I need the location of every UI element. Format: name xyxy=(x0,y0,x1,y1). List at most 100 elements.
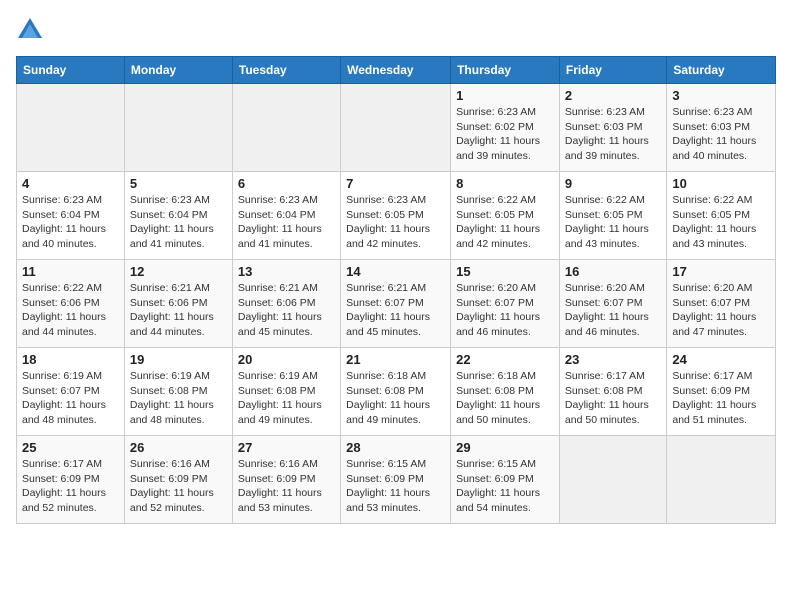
day-cell: 18 Sunrise: 6:19 AM Sunset: 6:07 PM Dayli… xyxy=(17,348,125,436)
day-number: 28 xyxy=(346,440,445,455)
day-cell: 6 Sunrise: 6:23 AM Sunset: 6:04 PM Daylig… xyxy=(232,172,340,260)
day-number: 12 xyxy=(130,264,227,279)
day-detail: Sunrise: 6:20 AM Sunset: 6:07 PM Dayligh… xyxy=(456,281,554,340)
day-cell: 9 Sunrise: 6:22 AM Sunset: 6:05 PM Daylig… xyxy=(559,172,666,260)
day-cell: 20 Sunrise: 6:19 AM Sunset: 6:08 PM Dayli… xyxy=(232,348,340,436)
day-cell: 4 Sunrise: 6:23 AM Sunset: 6:04 PM Daylig… xyxy=(17,172,125,260)
day-cell: 16 Sunrise: 6:20 AM Sunset: 6:07 PM Dayli… xyxy=(559,260,666,348)
day-number: 6 xyxy=(238,176,335,191)
day-cell: 25 Sunrise: 6:17 AM Sunset: 6:09 PM Dayli… xyxy=(17,436,125,524)
day-cell: 24 Sunrise: 6:17 AM Sunset: 6:09 PM Dayli… xyxy=(667,348,776,436)
day-detail: Sunrise: 6:21 AM Sunset: 6:07 PM Dayligh… xyxy=(346,281,445,340)
day-detail: Sunrise: 6:23 AM Sunset: 6:03 PM Dayligh… xyxy=(672,105,770,164)
day-number: 18 xyxy=(22,352,119,367)
day-cell xyxy=(341,84,451,172)
day-detail: Sunrise: 6:22 AM Sunset: 6:05 PM Dayligh… xyxy=(456,193,554,252)
day-number: 5 xyxy=(130,176,227,191)
col-header-thursday: Thursday xyxy=(451,57,560,84)
day-cell: 2 Sunrise: 6:23 AM Sunset: 6:03 PM Daylig… xyxy=(559,84,666,172)
col-header-saturday: Saturday xyxy=(667,57,776,84)
day-detail: Sunrise: 6:23 AM Sunset: 6:05 PM Dayligh… xyxy=(346,193,445,252)
day-cell: 29 Sunrise: 6:15 AM Sunset: 6:09 PM Dayli… xyxy=(451,436,560,524)
day-number: 27 xyxy=(238,440,335,455)
day-cell: 11 Sunrise: 6:22 AM Sunset: 6:06 PM Dayli… xyxy=(17,260,125,348)
day-detail: Sunrise: 6:21 AM Sunset: 6:06 PM Dayligh… xyxy=(130,281,227,340)
day-cell: 19 Sunrise: 6:19 AM Sunset: 6:08 PM Dayli… xyxy=(124,348,232,436)
page-header xyxy=(16,16,776,44)
week-row-5: 25 Sunrise: 6:17 AM Sunset: 6:09 PM Dayli… xyxy=(17,436,776,524)
week-row-1: 1Sunrise: 6:23 AM Sunset: 6:02 PM Daylig… xyxy=(17,84,776,172)
day-detail: Sunrise: 6:19 AM Sunset: 6:08 PM Dayligh… xyxy=(238,369,335,428)
day-detail: Sunrise: 6:17 AM Sunset: 6:09 PM Dayligh… xyxy=(22,457,119,516)
day-number: 20 xyxy=(238,352,335,367)
day-detail: Sunrise: 6:15 AM Sunset: 6:09 PM Dayligh… xyxy=(456,457,554,516)
day-detail: Sunrise: 6:22 AM Sunset: 6:05 PM Dayligh… xyxy=(672,193,770,252)
day-detail: Sunrise: 6:22 AM Sunset: 6:06 PM Dayligh… xyxy=(22,281,119,340)
week-row-3: 11 Sunrise: 6:22 AM Sunset: 6:06 PM Dayli… xyxy=(17,260,776,348)
day-detail: Sunrise: 6:17 AM Sunset: 6:08 PM Dayligh… xyxy=(565,369,661,428)
day-cell xyxy=(17,84,125,172)
day-number: 7 xyxy=(346,176,445,191)
day-cell: 14Sunrise: 6:21 AM Sunset: 6:07 PM Dayli… xyxy=(341,260,451,348)
day-number: 21 xyxy=(346,352,445,367)
day-cell: 1Sunrise: 6:23 AM Sunset: 6:02 PM Daylig… xyxy=(451,84,560,172)
day-number: 29 xyxy=(456,440,554,455)
day-number: 13 xyxy=(238,264,335,279)
day-cell: 17Sunrise: 6:20 AM Sunset: 6:07 PM Dayli… xyxy=(667,260,776,348)
day-cell: 21 Sunrise: 6:18 AM Sunset: 6:08 PM Dayli… xyxy=(341,348,451,436)
day-number: 25 xyxy=(22,440,119,455)
day-number: 19 xyxy=(130,352,227,367)
day-detail: Sunrise: 6:23 AM Sunset: 6:04 PM Dayligh… xyxy=(130,193,227,252)
day-detail: Sunrise: 6:16 AM Sunset: 6:09 PM Dayligh… xyxy=(130,457,227,516)
day-number: 3 xyxy=(672,88,770,103)
col-header-friday: Friday xyxy=(559,57,666,84)
day-detail: Sunrise: 6:23 AM Sunset: 6:03 PM Dayligh… xyxy=(565,105,661,164)
day-number: 9 xyxy=(565,176,661,191)
day-number: 11 xyxy=(22,264,119,279)
day-detail: Sunrise: 6:18 AM Sunset: 6:08 PM Dayligh… xyxy=(456,369,554,428)
day-number: 8 xyxy=(456,176,554,191)
day-detail: Sunrise: 6:18 AM Sunset: 6:08 PM Dayligh… xyxy=(346,369,445,428)
day-detail: Sunrise: 6:17 AM Sunset: 6:09 PM Dayligh… xyxy=(672,369,770,428)
day-number: 22 xyxy=(456,352,554,367)
day-cell xyxy=(667,436,776,524)
week-row-4: 18 Sunrise: 6:19 AM Sunset: 6:07 PM Dayli… xyxy=(17,348,776,436)
day-detail: Sunrise: 6:23 AM Sunset: 6:04 PM Dayligh… xyxy=(22,193,119,252)
day-detail: Sunrise: 6:21 AM Sunset: 6:06 PM Dayligh… xyxy=(238,281,335,340)
day-cell: 26Sunrise: 6:16 AM Sunset: 6:09 PM Dayli… xyxy=(124,436,232,524)
week-row-2: 4 Sunrise: 6:23 AM Sunset: 6:04 PM Daylig… xyxy=(17,172,776,260)
day-cell: 3 Sunrise: 6:23 AM Sunset: 6:03 PM Daylig… xyxy=(667,84,776,172)
day-cell: 27 Sunrise: 6:16 AM Sunset: 6:09 PM Dayli… xyxy=(232,436,340,524)
day-number: 16 xyxy=(565,264,661,279)
day-cell: 10 Sunrise: 6:22 AM Sunset: 6:05 PM Dayli… xyxy=(667,172,776,260)
day-cell: 7 Sunrise: 6:23 AM Sunset: 6:05 PM Daylig… xyxy=(341,172,451,260)
day-number: 23 xyxy=(565,352,661,367)
day-detail: Sunrise: 6:22 AM Sunset: 6:05 PM Dayligh… xyxy=(565,193,661,252)
day-detail: Sunrise: 6:23 AM Sunset: 6:02 PM Dayligh… xyxy=(456,105,554,164)
day-cell: 15Sunrise: 6:20 AM Sunset: 6:07 PM Dayli… xyxy=(451,260,560,348)
day-detail: Sunrise: 6:16 AM Sunset: 6:09 PM Dayligh… xyxy=(238,457,335,516)
day-detail: Sunrise: 6:23 AM Sunset: 6:04 PM Dayligh… xyxy=(238,193,335,252)
day-number: 4 xyxy=(22,176,119,191)
header-row: SundayMondayTuesdayWednesdayThursdayFrid… xyxy=(17,57,776,84)
day-cell: 23 Sunrise: 6:17 AM Sunset: 6:08 PM Dayli… xyxy=(559,348,666,436)
col-header-sunday: Sunday xyxy=(17,57,125,84)
day-number: 24 xyxy=(672,352,770,367)
day-number: 10 xyxy=(672,176,770,191)
day-detail: Sunrise: 6:19 AM Sunset: 6:07 PM Dayligh… xyxy=(22,369,119,428)
day-cell: 22 Sunrise: 6:18 AM Sunset: 6:08 PM Dayli… xyxy=(451,348,560,436)
day-cell: 13 Sunrise: 6:21 AM Sunset: 6:06 PM Dayli… xyxy=(232,260,340,348)
day-cell xyxy=(559,436,666,524)
day-cell xyxy=(232,84,340,172)
day-number: 17 xyxy=(672,264,770,279)
day-detail: Sunrise: 6:19 AM Sunset: 6:08 PM Dayligh… xyxy=(130,369,227,428)
day-detail: Sunrise: 6:15 AM Sunset: 6:09 PM Dayligh… xyxy=(346,457,445,516)
logo xyxy=(16,16,48,44)
col-header-wednesday: Wednesday xyxy=(341,57,451,84)
calendar-table: SundayMondayTuesdayWednesdayThursdayFrid… xyxy=(16,56,776,524)
day-detail: Sunrise: 6:20 AM Sunset: 6:07 PM Dayligh… xyxy=(565,281,661,340)
day-cell: 8 Sunrise: 6:22 AM Sunset: 6:05 PM Daylig… xyxy=(451,172,560,260)
logo-icon xyxy=(16,16,44,44)
day-number: 2 xyxy=(565,88,661,103)
day-cell: 12 Sunrise: 6:21 AM Sunset: 6:06 PM Dayli… xyxy=(124,260,232,348)
